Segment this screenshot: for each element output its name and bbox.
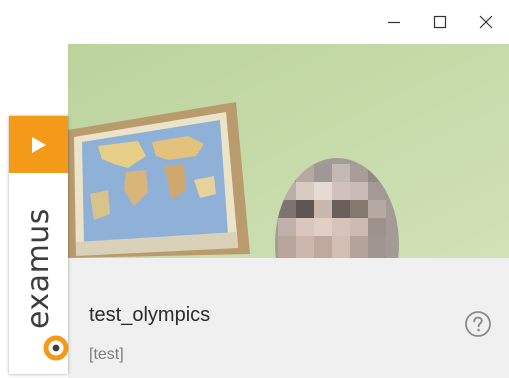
- brand-name: examus: [21, 208, 56, 329]
- question-circle-icon: [465, 311, 491, 337]
- help-button[interactable]: [464, 310, 492, 338]
- examus-logo-icon: [43, 335, 68, 361]
- window-controls: [371, 0, 509, 44]
- examus-logo: examus: [21, 208, 73, 361]
- play-icon: [31, 136, 46, 153]
- minimize-icon: [388, 21, 400, 24]
- minimize-button[interactable]: [371, 0, 417, 44]
- maximize-icon: [433, 15, 447, 29]
- close-icon: [479, 15, 493, 29]
- camera-preview: [68, 44, 509, 258]
- maximize-button[interactable]: [417, 0, 463, 44]
- close-button[interactable]: [463, 0, 509, 44]
- session-tag: [test]: [89, 346, 124, 363]
- brand-sidebar: examus: [9, 116, 68, 374]
- session-info-panel: test_olympics [test]: [68, 258, 509, 378]
- play-button[interactable]: [9, 116, 68, 173]
- session-name: test_olympics: [89, 304, 211, 326]
